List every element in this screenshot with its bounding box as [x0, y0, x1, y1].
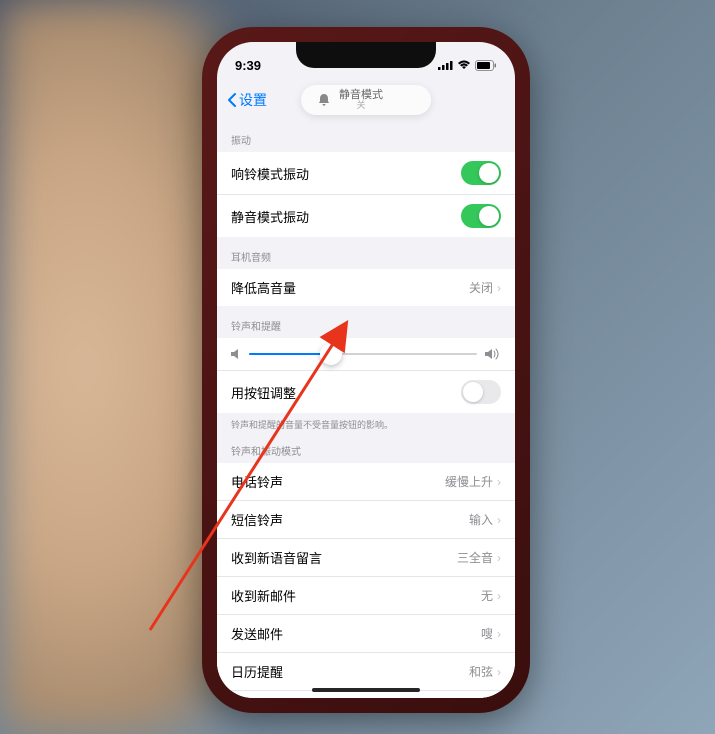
row-value: 缓慢上升	[445, 473, 493, 490]
bell-icon	[317, 93, 331, 107]
settings-list[interactable]: 振动 响铃模式振动 静音模式振动 耳机音频 降低高音量 关闭 › 铃声和提醒	[217, 120, 515, 698]
row-value: 三全音	[457, 549, 493, 566]
volume-slider-row	[217, 338, 515, 371]
row-silent-vibrate[interactable]: 静音模式振动	[217, 195, 515, 237]
toggle-silent-vibrate[interactable]	[461, 204, 501, 228]
row-label: 收到新邮件	[231, 586, 296, 605]
toggle-ring-vibrate[interactable]	[461, 161, 501, 185]
section-header-headphone: 耳机音频	[217, 237, 515, 269]
volume-high-icon	[485, 348, 501, 360]
home-indicator[interactable]	[312, 688, 420, 692]
row-value: 无	[481, 587, 493, 604]
section-header-patterns: 铃声和振动模式	[217, 431, 515, 463]
chevron-left-icon	[227, 92, 237, 108]
toggle-button-adjust[interactable]	[461, 380, 501, 404]
volume-slider[interactable]	[249, 353, 477, 355]
notch	[296, 42, 436, 68]
row-value: 输入	[469, 511, 493, 528]
row-calendar[interactable]: 日历提醒 和弦 ›	[217, 653, 515, 691]
section-footer: 铃声和提醒的音量不受音量按钮的影响。	[217, 413, 515, 431]
row-button-adjust[interactable]: 用按钮调整	[217, 371, 515, 413]
signal-icon	[438, 60, 453, 70]
row-label: 短信铃声	[231, 510, 283, 529]
row-label: 降低高音量	[231, 278, 296, 297]
section-header-vibration: 振动	[217, 120, 515, 152]
chevron-right-icon: ›	[497, 589, 501, 603]
silent-mode-banner: 静音模式 关	[301, 85, 431, 115]
volume-low-icon	[231, 348, 241, 360]
row-value: 和弦	[469, 663, 493, 680]
back-label: 设置	[239, 90, 267, 110]
row-label: 发送邮件	[231, 624, 283, 643]
nav-bar: 设置 静音模式 关	[217, 80, 515, 120]
row-reduce-loud[interactable]: 降低高音量 关闭 ›	[217, 269, 515, 306]
chevron-right-icon: ›	[497, 513, 501, 527]
slider-thumb[interactable]	[320, 343, 342, 365]
section-header-ringer: 铃声和提醒	[217, 306, 515, 338]
chevron-right-icon: ›	[497, 665, 501, 679]
banner-subtitle: 关	[356, 101, 365, 111]
row-value: 关闭	[469, 279, 493, 296]
chevron-right-icon: ›	[497, 627, 501, 641]
iphone-frame: 9:39 设置 静音模式 关 振动	[205, 30, 527, 710]
screen: 9:39 设置 静音模式 关 振动	[217, 42, 515, 698]
chevron-right-icon: ›	[497, 475, 501, 489]
wifi-icon	[457, 60, 471, 70]
back-button[interactable]: 设置	[227, 90, 267, 110]
row-new-mail[interactable]: 收到新邮件 无 ›	[217, 577, 515, 615]
row-label: 收到新语音留言	[231, 548, 322, 567]
row-reminder[interactable]: 提醒事项的提醒 和弦›	[217, 691, 515, 698]
row-label: 响铃模式振动	[231, 164, 309, 183]
row-label: 静音模式振动	[231, 207, 309, 226]
status-time: 9:39	[235, 58, 261, 73]
row-label: 用按钮调整	[231, 383, 296, 402]
row-ring-vibrate[interactable]: 响铃模式振动	[217, 152, 515, 195]
chevron-right-icon: ›	[497, 281, 501, 295]
row-label: 日历提醒	[231, 662, 283, 681]
row-label: 电话铃声	[231, 472, 283, 491]
row-voicemail[interactable]: 收到新语音留言 三全音 ›	[217, 539, 515, 577]
row-value: 嗖	[481, 625, 493, 642]
row-sent-mail[interactable]: 发送邮件 嗖 ›	[217, 615, 515, 653]
row-text-tone[interactable]: 短信铃声 输入 ›	[217, 501, 515, 539]
row-ringtone[interactable]: 电话铃声 缓慢上升 ›	[217, 463, 515, 501]
chevron-right-icon: ›	[497, 551, 501, 565]
battery-icon	[475, 60, 497, 71]
